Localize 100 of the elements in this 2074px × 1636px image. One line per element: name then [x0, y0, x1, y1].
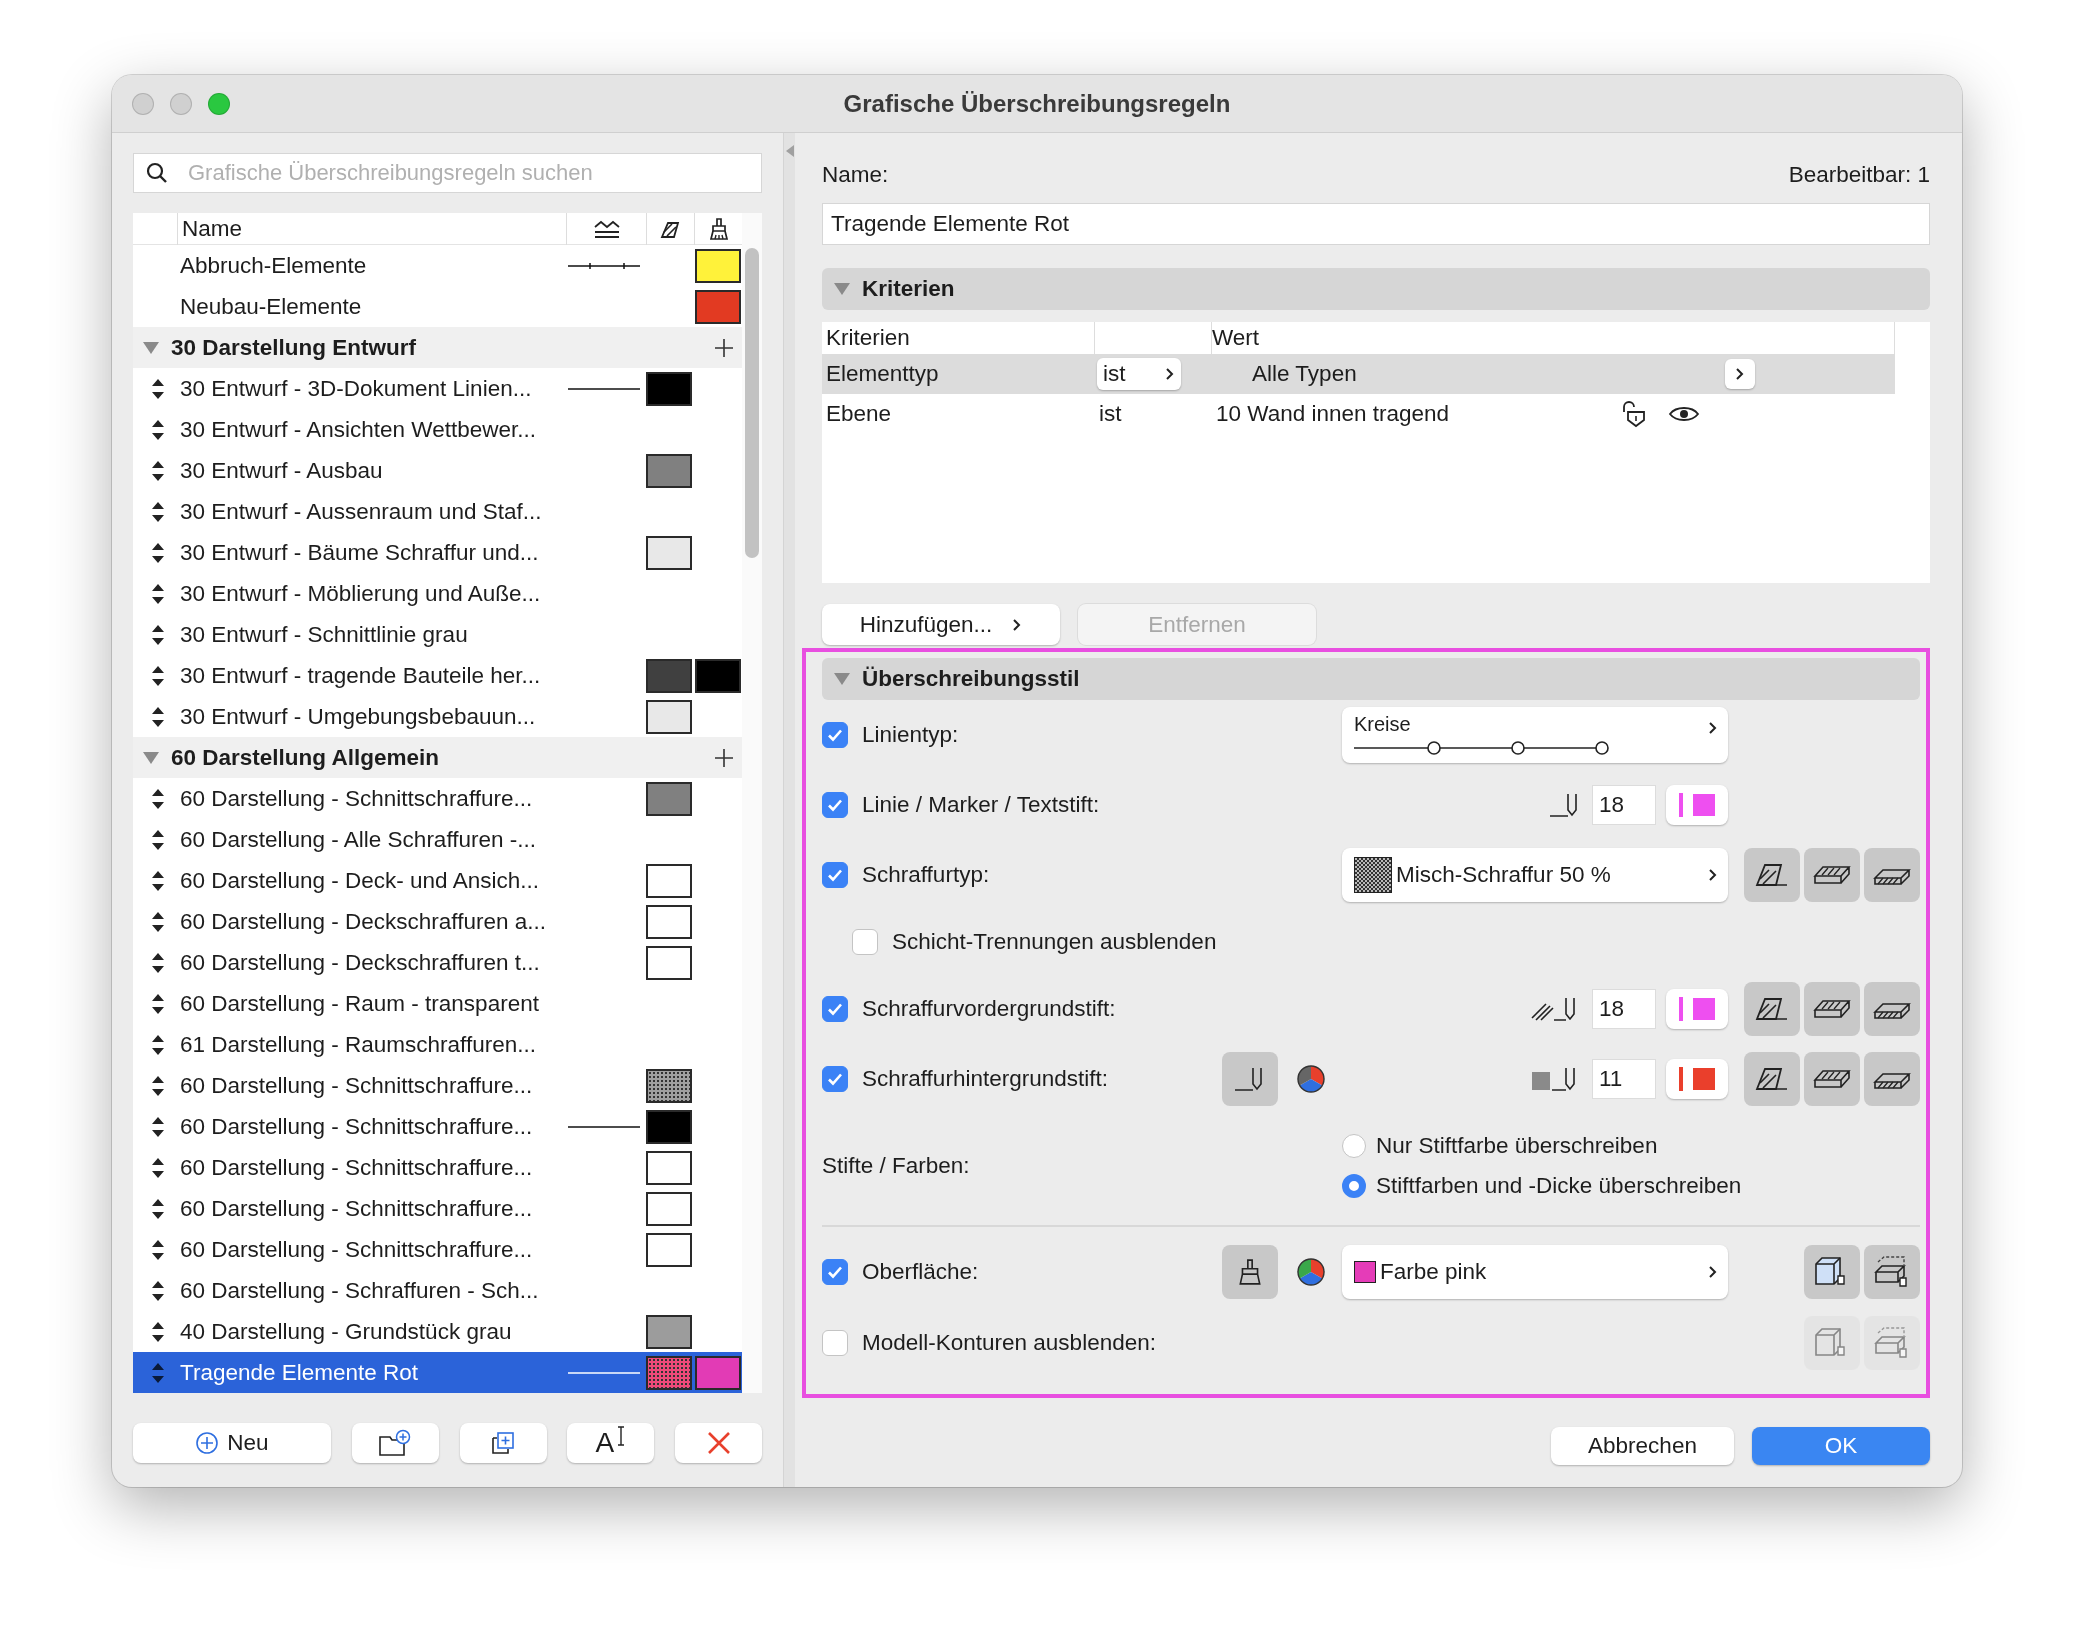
- operator-popup[interactable]: ist: [1097, 358, 1181, 390]
- section-header[interactable]: Überschreibungsstil: [822, 658, 1920, 700]
- chevron-button[interactable]: [1725, 359, 1755, 389]
- sort-handle-icon[interactable]: [151, 459, 165, 482]
- pen-number-field[interactable]: 11: [1592, 1059, 1656, 1099]
- radio-option[interactable]: Nur Stiftfarbe überschreiben: [1342, 1133, 1742, 1159]
- rule-row[interactable]: 40 Darstellung - Grundstück grau: [133, 1311, 742, 1352]
- sort-handle-icon[interactable]: [151, 1074, 165, 1097]
- cut-hatch-button[interactable]: [1744, 982, 1800, 1036]
- sort-handle-icon[interactable]: [151, 1361, 165, 1384]
- surface-hatch-button[interactable]: [1864, 1052, 1920, 1106]
- sort-handle-icon[interactable]: [151, 869, 165, 892]
- column-header[interactable]: Name: [177, 212, 566, 245]
- sort-handle-icon[interactable]: [151, 787, 165, 810]
- rule-row[interactable]: 60 Darstellung - Deckschraffuren a...: [133, 901, 742, 942]
- duplicate-button[interactable]: [459, 1423, 547, 1463]
- rule-row[interactable]: 60 Darstellung - Deck- und Ansich...: [133, 860, 742, 901]
- group-row[interactable]: 60 Darstellung Allgemein: [133, 737, 742, 778]
- cut-hatch-button[interactable]: [1744, 1052, 1800, 1106]
- checkbox[interactable]: [822, 1330, 848, 1356]
- rule-row[interactable]: Tragende Elemente Rot: [133, 1352, 742, 1393]
- checkbox[interactable]: [822, 792, 848, 818]
- pen-color-button[interactable]: [1666, 785, 1728, 825]
- disclosure-triangle-icon[interactable]: [141, 339, 161, 356]
- sort-handle-icon[interactable]: [151, 1279, 165, 1302]
- pen-number-field[interactable]: 18: [1592, 785, 1656, 825]
- sort-handle-icon[interactable]: [151, 705, 165, 728]
- group-row[interactable]: 30 Darstellung Entwurf: [133, 327, 742, 368]
- checkbox[interactable]: [822, 996, 848, 1022]
- sort-handle-icon[interactable]: [151, 992, 165, 1015]
- disclosure-triangle-icon[interactable]: [141, 749, 161, 766]
- rule-row[interactable]: 30 Entwurf - Ausbau: [133, 450, 742, 491]
- rule-row[interactable]: 30 Entwurf - tragende Bauteile her...: [133, 655, 742, 696]
- rule-row[interactable]: 60 Darstellung - Raum - transparent: [133, 983, 742, 1024]
- surface-hatch-button[interactable]: [1864, 848, 1920, 902]
- model-layers-button[interactable]: [1864, 1245, 1920, 1299]
- rule-row[interactable]: 30 Entwurf - Bäume Schraffur und...: [133, 532, 742, 573]
- sort-handle-icon[interactable]: [151, 1156, 165, 1179]
- model-3d-button[interactable]: [1804, 1245, 1860, 1299]
- sort-handle-icon[interactable]: [151, 1238, 165, 1261]
- new-button[interactable]: Neu: [133, 1423, 331, 1463]
- sort-handle-icon[interactable]: [151, 418, 165, 441]
- checkbox[interactable]: [822, 722, 848, 748]
- cover-hatch-button[interactable]: [1804, 982, 1860, 1036]
- rule-row[interactable]: 30 Entwurf - Ansichten Wettbewer...: [133, 409, 742, 450]
- rule-row[interactable]: 60 Darstellung - Schnittschraffure...: [133, 778, 742, 819]
- rule-row[interactable]: 30 Entwurf - 3D-Dokument Linien...: [133, 368, 742, 409]
- radio-button[interactable]: [1342, 1134, 1366, 1158]
- checkbox[interactable]: [852, 929, 878, 955]
- rule-row[interactable]: 61 Darstellung - Raumschraffuren...: [133, 1024, 742, 1065]
- delete-button[interactable]: [675, 1423, 763, 1463]
- sort-handle-icon[interactable]: [151, 1033, 165, 1056]
- sort-handle-icon[interactable]: [151, 500, 165, 523]
- new-folder-button[interactable]: [351, 1423, 439, 1463]
- pen-number-field[interactable]: 18: [1592, 989, 1656, 1029]
- sort-handle-icon[interactable]: [151, 910, 165, 933]
- color-wheel-icon[interactable]: [1296, 1257, 1326, 1287]
- sort-handle-icon[interactable]: [151, 828, 165, 851]
- cut-hatch-button[interactable]: [1744, 848, 1800, 902]
- rule-row[interactable]: 60 Darstellung - Schnittschraffure...: [133, 1188, 742, 1229]
- criteria-row[interactable]: Ebene ist 10 Wand innen tragend: [822, 394, 1895, 434]
- rule-row[interactable]: 60 Darstellung - Deckschraffuren t...: [133, 942, 742, 983]
- line-type-dropdown[interactable]: Kreise: [1342, 707, 1728, 763]
- plus-icon[interactable]: [714, 337, 734, 358]
- sort-handle-icon[interactable]: [151, 1197, 165, 1220]
- sort-handle-icon[interactable]: [151, 664, 165, 687]
- sort-handle-icon[interactable]: [151, 377, 165, 400]
- fill-type-dropdown[interactable]: Misch-Schraffur 50 %: [1342, 848, 1728, 902]
- rule-row[interactable]: 30 Entwurf - Möblierung und Auße...: [133, 573, 742, 614]
- radio-button[interactable]: [1342, 1174, 1366, 1198]
- rule-row[interactable]: 60 Darstellung - Schnittschraffure...: [133, 1106, 742, 1147]
- pen-button[interactable]: [1222, 1052, 1278, 1106]
- checkbox[interactable]: [822, 862, 848, 888]
- checkbox[interactable]: [822, 1066, 848, 1092]
- section-header[interactable]: Kriterien: [822, 268, 1930, 310]
- rule-row[interactable]: 60 Darstellung - Schnittschraffure...: [133, 1065, 742, 1106]
- plus-icon[interactable]: [714, 747, 734, 768]
- search-field[interactable]: Grafische Überschreibungsregeln suchen: [133, 153, 763, 193]
- ok-button[interactable]: OK: [1752, 1427, 1930, 1465]
- eye-icon[interactable]: [1668, 404, 1700, 424]
- sort-handle-icon[interactable]: [151, 623, 165, 646]
- rule-row[interactable]: 30 Entwurf - Schnittlinie grau: [133, 614, 742, 655]
- cover-hatch-button[interactable]: [1804, 848, 1860, 902]
- rule-row[interactable]: 60 Darstellung - Alle Schraffuren -...: [133, 819, 742, 860]
- unlocked-padlock-icon[interactable]: [1620, 400, 1648, 428]
- name-field[interactable]: Tragende Elemente Rot: [822, 203, 1930, 245]
- rule-row[interactable]: 30 Entwurf - Umgebungsbebauun...: [133, 696, 742, 737]
- sort-handle-icon[interactable]: [151, 582, 165, 605]
- criteria-button[interactable]: Hinzufügen...: [822, 604, 1060, 645]
- sort-handle-icon[interactable]: [151, 951, 165, 974]
- rule-row[interactable]: 60 Darstellung - Schnittschraffure...: [133, 1229, 742, 1270]
- surface-hatch-button[interactable]: [1864, 982, 1920, 1036]
- sort-handle-icon[interactable]: [151, 541, 165, 564]
- criteria-row[interactable]: Elementtyp ist Alle Typen: [822, 354, 1895, 394]
- brush-button[interactable]: [1222, 1245, 1278, 1299]
- rule-row[interactable]: Neubau-Elemente: [133, 286, 742, 327]
- rule-row[interactable]: 60 Darstellung - Schnittschraffure...: [133, 1147, 742, 1188]
- rule-row[interactable]: 60 Darstellung - Schraffuren - Sch...: [133, 1270, 742, 1311]
- pen-color-button[interactable]: [1666, 1059, 1728, 1099]
- rule-row[interactable]: 30 Entwurf - Aussenraum und Staf...: [133, 491, 742, 532]
